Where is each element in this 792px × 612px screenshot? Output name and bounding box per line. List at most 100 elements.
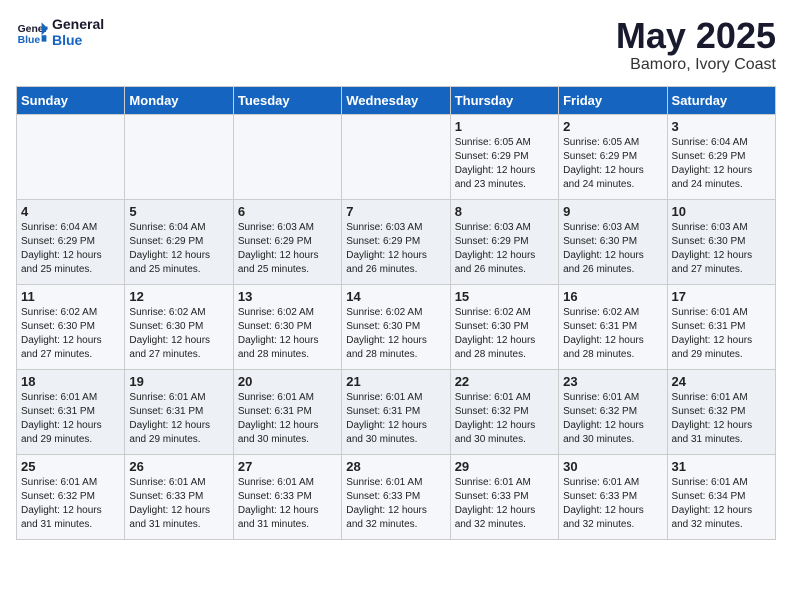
day-number: 25 bbox=[21, 459, 120, 474]
calendar-week-2: 4 Sunrise: 6:04 AM Sunset: 6:29 PM Daylig… bbox=[17, 199, 776, 284]
day-number: 17 bbox=[672, 289, 771, 304]
logo-general: General bbox=[52, 16, 104, 32]
day-number: 10 bbox=[672, 204, 771, 219]
calendar-cell: 4 Sunrise: 6:04 AM Sunset: 6:29 PM Daylig… bbox=[17, 199, 125, 284]
calendar-week-4: 18 Sunrise: 6:01 AM Sunset: 6:31 PM Dayli… bbox=[17, 369, 776, 454]
day-info: Sunrise: 6:01 AM Sunset: 6:33 PM Dayligh… bbox=[129, 476, 228, 532]
day-info: Sunrise: 6:03 AM Sunset: 6:29 PM Dayligh… bbox=[238, 221, 337, 277]
day-number: 3 bbox=[672, 119, 771, 134]
day-number: 24 bbox=[672, 374, 771, 389]
logo-icon: General Blue bbox=[16, 16, 48, 48]
calendar-cell: 22 Sunrise: 6:01 AM Sunset: 6:32 PM Dayli… bbox=[450, 369, 558, 454]
day-info: Sunrise: 6:02 AM Sunset: 6:30 PM Dayligh… bbox=[238, 306, 337, 362]
day-number: 19 bbox=[129, 374, 228, 389]
day-number: 18 bbox=[21, 374, 120, 389]
day-number: 14 bbox=[346, 289, 445, 304]
calendar-cell: 9 Sunrise: 6:03 AM Sunset: 6:30 PM Daylig… bbox=[559, 199, 667, 284]
header-thursday: Thursday bbox=[450, 86, 558, 114]
day-number: 31 bbox=[672, 459, 771, 474]
day-number: 5 bbox=[129, 204, 228, 219]
calendar-cell: 19 Sunrise: 6:01 AM Sunset: 6:31 PM Dayli… bbox=[125, 369, 233, 454]
logo-blue: Blue bbox=[52, 32, 104, 48]
day-info: Sunrise: 6:04 AM Sunset: 6:29 PM Dayligh… bbox=[129, 221, 228, 277]
calendar-cell: 11 Sunrise: 6:02 AM Sunset: 6:30 PM Dayli… bbox=[17, 284, 125, 369]
page-title: May 2025 bbox=[616, 16, 776, 56]
day-number: 6 bbox=[238, 204, 337, 219]
day-number: 28 bbox=[346, 459, 445, 474]
calendar-cell: 23Sunrise: 6:01 AM Sunset: 6:32 PM Dayli… bbox=[559, 369, 667, 454]
title-block: May 2025 Bamoro, Ivory Coast bbox=[616, 16, 776, 74]
calendar-week-5: 25Sunrise: 6:01 AM Sunset: 6:32 PM Dayli… bbox=[17, 454, 776, 539]
day-info: Sunrise: 6:05 AM Sunset: 6:29 PM Dayligh… bbox=[455, 136, 554, 192]
calendar-table: SundayMondayTuesdayWednesdayThursdayFrid… bbox=[16, 86, 776, 540]
day-number: 27 bbox=[238, 459, 337, 474]
header-monday: Monday bbox=[125, 86, 233, 114]
day-info: Sunrise: 6:02 AM Sunset: 6:30 PM Dayligh… bbox=[21, 306, 120, 362]
day-info: Sunrise: 6:03 AM Sunset: 6:30 PM Dayligh… bbox=[672, 221, 771, 277]
calendar-cell: 17Sunrise: 6:01 AM Sunset: 6:31 PM Dayli… bbox=[667, 284, 775, 369]
calendar-cell: 10 Sunrise: 6:03 AM Sunset: 6:30 PM Dayli… bbox=[667, 199, 775, 284]
day-number: 26 bbox=[129, 459, 228, 474]
day-info: Sunrise: 6:01 AM Sunset: 6:31 PM Dayligh… bbox=[238, 391, 337, 447]
day-number: 21 bbox=[346, 374, 445, 389]
day-number: 20 bbox=[238, 374, 337, 389]
calendar-cell: 20 Sunrise: 6:01 AM Sunset: 6:31 PM Dayli… bbox=[233, 369, 341, 454]
calendar-cell: 14 Sunrise: 6:02 AM Sunset: 6:30 PM Dayli… bbox=[342, 284, 450, 369]
calendar-cell: 27 Sunrise: 6:01 AM Sunset: 6:33 PM Dayli… bbox=[233, 454, 341, 539]
day-info: Sunrise: 6:01 AM Sunset: 6:34 PM Dayligh… bbox=[672, 476, 771, 532]
day-info: Sunrise: 6:03 AM Sunset: 6:30 PM Dayligh… bbox=[563, 221, 662, 277]
header-saturday: Saturday bbox=[667, 86, 775, 114]
day-info: Sunrise: 6:02 AM Sunset: 6:30 PM Dayligh… bbox=[455, 306, 554, 362]
calendar-cell: 24 Sunrise: 6:01 AM Sunset: 6:32 PM Dayli… bbox=[667, 369, 775, 454]
header-tuesday: Tuesday bbox=[233, 86, 341, 114]
day-info: Sunrise: 6:01 AM Sunset: 6:32 PM Dayligh… bbox=[672, 391, 771, 447]
day-info: Sunrise: 6:04 AM Sunset: 6:29 PM Dayligh… bbox=[672, 136, 771, 192]
day-number: 13 bbox=[238, 289, 337, 304]
calendar-cell: 16Sunrise: 6:02 AM Sunset: 6:31 PM Dayli… bbox=[559, 284, 667, 369]
day-number: 15 bbox=[455, 289, 554, 304]
header-sunday: Sunday bbox=[17, 86, 125, 114]
page-header: General Blue General Blue May 2025 Bamor… bbox=[16, 16, 776, 74]
day-info: Sunrise: 6:02 AM Sunset: 6:30 PM Dayligh… bbox=[346, 306, 445, 362]
calendar-cell: 8 Sunrise: 6:03 AM Sunset: 6:29 PM Daylig… bbox=[450, 199, 558, 284]
day-number: 23 bbox=[563, 374, 662, 389]
calendar-cell bbox=[17, 114, 125, 199]
day-number: 8 bbox=[455, 204, 554, 219]
calendar-cell: 26 Sunrise: 6:01 AM Sunset: 6:33 PM Dayli… bbox=[125, 454, 233, 539]
day-number: 4 bbox=[21, 204, 120, 219]
page-subtitle: Bamoro, Ivory Coast bbox=[616, 56, 776, 74]
calendar-header-row: SundayMondayTuesdayWednesdayThursdayFrid… bbox=[17, 86, 776, 114]
day-info: Sunrise: 6:02 AM Sunset: 6:30 PM Dayligh… bbox=[129, 306, 228, 362]
header-friday: Friday bbox=[559, 86, 667, 114]
calendar-cell: 30 Sunrise: 6:01 AM Sunset: 6:33 PM Dayli… bbox=[559, 454, 667, 539]
calendar-week-3: 11 Sunrise: 6:02 AM Sunset: 6:30 PM Dayli… bbox=[17, 284, 776, 369]
calendar-cell: 18Sunrise: 6:01 AM Sunset: 6:31 PM Dayli… bbox=[17, 369, 125, 454]
calendar-cell: 5 Sunrise: 6:04 AM Sunset: 6:29 PM Daylig… bbox=[125, 199, 233, 284]
day-number: 12 bbox=[129, 289, 228, 304]
day-number: 7 bbox=[346, 204, 445, 219]
day-number: 11 bbox=[21, 289, 120, 304]
calendar-cell bbox=[342, 114, 450, 199]
day-number: 22 bbox=[455, 374, 554, 389]
calendar-cell: 2Sunrise: 6:05 AM Sunset: 6:29 PM Daylig… bbox=[559, 114, 667, 199]
day-number: 30 bbox=[563, 459, 662, 474]
day-info: Sunrise: 6:01 AM Sunset: 6:33 PM Dayligh… bbox=[238, 476, 337, 532]
day-info: Sunrise: 6:01 AM Sunset: 6:33 PM Dayligh… bbox=[563, 476, 662, 532]
calendar-week-1: 1 Sunrise: 6:05 AM Sunset: 6:29 PM Daylig… bbox=[17, 114, 776, 199]
day-info: Sunrise: 6:01 AM Sunset: 6:31 PM Dayligh… bbox=[129, 391, 228, 447]
day-number: 16 bbox=[563, 289, 662, 304]
calendar-cell bbox=[233, 114, 341, 199]
calendar-cell: 31 Sunrise: 6:01 AM Sunset: 6:34 PM Dayli… bbox=[667, 454, 775, 539]
calendar-cell: 25Sunrise: 6:01 AM Sunset: 6:32 PM Dayli… bbox=[17, 454, 125, 539]
calendar-cell: 28Sunrise: 6:01 AM Sunset: 6:33 PM Dayli… bbox=[342, 454, 450, 539]
calendar-cell bbox=[125, 114, 233, 199]
day-number: 1 bbox=[455, 119, 554, 134]
calendar-cell: 29Sunrise: 6:01 AM Sunset: 6:33 PM Dayli… bbox=[450, 454, 558, 539]
calendar-cell: 13 Sunrise: 6:02 AM Sunset: 6:30 PM Dayli… bbox=[233, 284, 341, 369]
day-info: Sunrise: 6:04 AM Sunset: 6:29 PM Dayligh… bbox=[21, 221, 120, 277]
calendar-cell: 6 Sunrise: 6:03 AM Sunset: 6:29 PM Daylig… bbox=[233, 199, 341, 284]
day-info: Sunrise: 6:03 AM Sunset: 6:29 PM Dayligh… bbox=[455, 221, 554, 277]
day-info: Sunrise: 6:01 AM Sunset: 6:32 PM Dayligh… bbox=[455, 391, 554, 447]
calendar-cell: 3 Sunrise: 6:04 AM Sunset: 6:29 PM Daylig… bbox=[667, 114, 775, 199]
day-number: 9 bbox=[563, 204, 662, 219]
